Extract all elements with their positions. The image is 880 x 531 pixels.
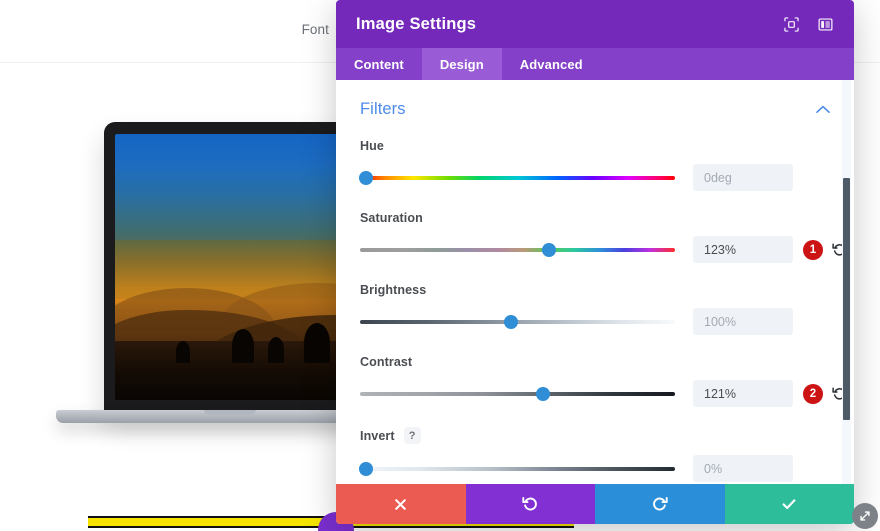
field-label-text: Contrast [360, 355, 412, 369]
filters-section-title: Filters [360, 100, 406, 119]
tab-content[interactable]: Content [336, 48, 422, 80]
modal-footer [336, 484, 854, 524]
cancel-button[interactable] [336, 484, 466, 524]
field-label-text: Hue [360, 139, 384, 153]
resize-diagonal-icon[interactable] [852, 503, 878, 529]
value-input-hue[interactable]: 0deg [693, 164, 793, 191]
modal-title: Image Settings [356, 15, 770, 34]
layout-columns-icon[interactable] [812, 11, 838, 37]
status-badge: 2 [803, 384, 823, 404]
slider-handle[interactable] [504, 315, 518, 329]
field-label-brightness: Brightness [360, 283, 830, 297]
close-icon [393, 497, 408, 512]
redo-button[interactable] [595, 484, 725, 524]
laptop-notch [204, 410, 256, 415]
focus-icon[interactable] [778, 11, 804, 37]
field-label-contrast: Contrast [360, 355, 830, 369]
slider-track [360, 248, 675, 252]
chevron-up-icon[interactable] [816, 105, 830, 114]
filters-section-header[interactable]: Filters [360, 100, 830, 119]
field-invert: Invert ? 0% [360, 427, 830, 482]
font-label: Font [302, 22, 329, 37]
field-label-text: Brightness [360, 283, 426, 297]
value-input-saturation[interactable]: 123% [693, 236, 793, 263]
laptop-illustration [56, 122, 356, 434]
value-input-contrast[interactable]: 121% [693, 380, 793, 407]
slider-hue[interactable] [360, 167, 675, 189]
slider-track [360, 467, 675, 471]
value-input-brightness[interactable]: 100% [693, 308, 793, 335]
scrollbar-thumb[interactable] [843, 178, 850, 420]
slider-handle[interactable] [359, 171, 373, 185]
image-settings-modal: Image Settings Content Design Advanced F… [336, 0, 854, 524]
slider-contrast[interactable] [360, 383, 675, 405]
field-label-text: Saturation [360, 211, 423, 225]
field-brightness: Brightness 100% [360, 283, 830, 335]
slider-invert[interactable] [360, 458, 675, 480]
help-icon[interactable]: ? [404, 427, 421, 444]
check-icon [781, 496, 797, 512]
settings-scroll-area: Filters Hue 0deg [336, 80, 854, 484]
slider-track [360, 392, 675, 396]
field-label-invert: Invert ? [360, 427, 830, 444]
status-badge: 1 [803, 240, 823, 260]
value-input-invert[interactable]: 0% [693, 455, 793, 482]
undo-button[interactable] [466, 484, 596, 524]
field-saturation: Saturation 123% 1 [360, 211, 830, 263]
field-label-hue: Hue [360, 139, 830, 153]
tab-advanced[interactable]: Advanced [502, 48, 601, 80]
modal-body: Filters Hue 0deg [336, 80, 854, 484]
slider-handle[interactable] [359, 462, 373, 476]
slider-handle[interactable] [542, 243, 556, 257]
save-button[interactable] [725, 484, 855, 524]
slider-handle[interactable] [536, 387, 550, 401]
modal-tab-bar: Content Design Advanced [336, 48, 854, 80]
field-hue: Hue 0deg [360, 139, 830, 191]
slider-saturation[interactable] [360, 239, 675, 261]
redo-icon [652, 496, 668, 512]
undo-icon [522, 496, 538, 512]
slider-track [360, 176, 675, 180]
tab-design[interactable]: Design [422, 48, 502, 80]
field-label-text: Invert [360, 429, 395, 443]
slider-brightness[interactable] [360, 311, 675, 333]
field-contrast: Contrast 121% 2 [360, 355, 830, 407]
field-label-saturation: Saturation [360, 211, 830, 225]
modal-header: Image Settings [336, 0, 854, 48]
